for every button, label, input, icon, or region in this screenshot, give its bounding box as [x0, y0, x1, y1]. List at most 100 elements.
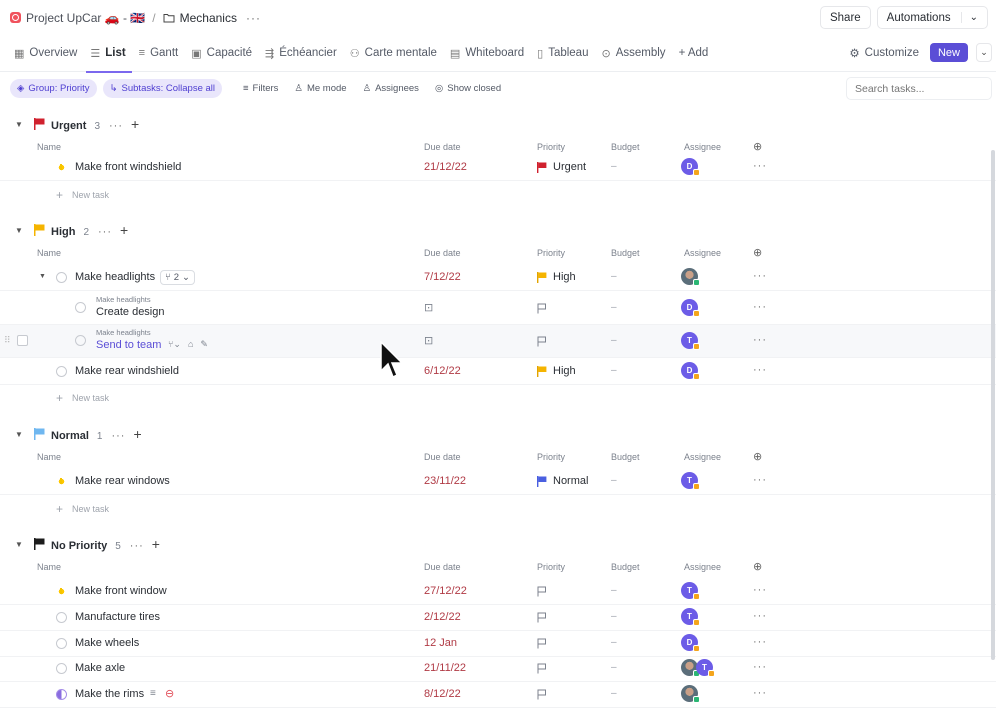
subtask-row[interactable]: Make headlights Create design ⊡ – D ···: [0, 292, 996, 325]
avatar[interactable]: D: [681, 634, 700, 652]
col-priority[interactable]: Priority: [537, 142, 565, 152]
col-name[interactable]: Name: [37, 142, 61, 152]
chevron-down-icon[interactable]: ⌄: [976, 43, 992, 62]
calendar-add-icon[interactable]: ⊡: [424, 334, 433, 347]
customize-button[interactable]: ⚙ Customize: [849, 46, 919, 60]
budget-cell[interactable]: –: [611, 662, 617, 673]
status-todo-icon[interactable]: [75, 335, 86, 346]
tab-mindmap[interactable]: ⚇ Carte mentale: [350, 35, 437, 72]
budget-cell[interactable]: –: [611, 302, 617, 313]
avatar[interactable]: T: [681, 472, 700, 490]
due-date[interactable]: 7/12/22: [424, 271, 461, 283]
table-row[interactable]: Make front windshield 21/12/22 Urgent – …: [0, 155, 996, 181]
group-add-button[interactable]: +: [133, 426, 141, 442]
filters-button[interactable]: ≡ Filters: [238, 83, 283, 94]
group-more-button[interactable]: ···: [109, 120, 123, 132]
flag-empty-icon[interactable]: [537, 663, 547, 674]
calendar-add-icon[interactable]: ⊡: [424, 301, 433, 314]
avatar[interactable]: D: [681, 158, 700, 176]
col-due[interactable]: Due date: [424, 452, 461, 462]
avatar[interactable]: D: [681, 299, 700, 317]
status-todo-icon[interactable]: [56, 638, 67, 649]
row-more-button[interactable]: ···: [753, 160, 767, 172]
task-name[interactable]: Make axle: [75, 662, 125, 674]
budget-cell[interactable]: –: [611, 335, 617, 346]
col-due[interactable]: Due date: [424, 562, 461, 572]
status-in-progress-icon[interactable]: [56, 586, 67, 597]
tab-overview[interactable]: ▦ Overview: [14, 35, 77, 72]
budget-cell[interactable]: –: [611, 688, 617, 699]
avatar[interactable]: T: [681, 332, 700, 350]
add-column-icon[interactable]: ⊕: [753, 246, 762, 259]
col-name[interactable]: Name: [37, 452, 61, 462]
task-name[interactable]: Create design: [96, 306, 165, 318]
tab-table[interactable]: ▯ Tableau: [537, 35, 588, 72]
table-row[interactable]: Make axle 21/11/22 – T ···: [0, 656, 996, 682]
flag-empty-icon[interactable]: [537, 638, 547, 649]
flag-empty-icon[interactable]: [537, 612, 547, 623]
tab-capacity[interactable]: ▣ Capacité: [191, 35, 252, 72]
drag-handle-icon[interactable]: ⠿: [4, 335, 11, 346]
task-name[interactable]: Make rear windows: [75, 475, 170, 487]
table-row[interactable]: Make rear windows 23/11/22 Normal – T ··…: [0, 469, 996, 495]
avatar[interactable]: T: [681, 608, 700, 626]
tab-gantt[interactable]: ≡ Gantt: [139, 35, 179, 72]
chevron-down-icon[interactable]: ⌄: [960, 12, 978, 23]
col-assignee[interactable]: Assignee: [684, 452, 721, 462]
subtasks-button[interactable]: ↳ Subtasks: Collapse all: [102, 79, 222, 98]
show-closed-button[interactable]: ◎ Show closed: [430, 83, 506, 94]
row-more-button[interactable]: ···: [753, 687, 767, 699]
caret-down-icon[interactable]: ▼: [15, 226, 23, 235]
breadcrumb-folder[interactable]: Mechanics: [180, 11, 237, 25]
table-row[interactable]: ▼ Make headlights ⑂ 2 ⌄ 7/12/22 High – ···: [0, 265, 996, 291]
status-todo-icon[interactable]: [56, 612, 67, 623]
row-more-button[interactable]: ···: [753, 636, 767, 648]
flag-empty-icon[interactable]: [537, 586, 547, 597]
avatar[interactable]: T: [681, 582, 700, 600]
due-date[interactable]: 21/12/22: [424, 161, 467, 173]
me-mode-button[interactable]: ♙ Me mode: [289, 83, 351, 94]
tab-timeline[interactable]: ⇶ Échéancier: [265, 35, 337, 72]
task-name[interactable]: Make headlights: [75, 271, 155, 283]
col-priority[interactable]: Priority: [537, 562, 565, 572]
caret-down-icon[interactable]: ▼: [15, 430, 23, 439]
row-more-button[interactable]: ···: [753, 584, 767, 596]
caret-down-icon[interactable]: ▼: [15, 120, 23, 129]
group-add-button[interactable]: +: [152, 536, 160, 552]
automations-button[interactable]: Automations ⌄: [876, 6, 988, 29]
new-button[interactable]: New: [929, 43, 968, 62]
group-more-button[interactable]: ···: [111, 430, 125, 442]
due-date[interactable]: 6/12/22: [424, 365, 461, 377]
table-row[interactable]: Make the rims ≡ ⊖ 8/12/22 – ···: [0, 682, 996, 708]
table-row[interactable]: Make rear windshield 6/12/22 High – D ··…: [0, 359, 996, 385]
share-button[interactable]: Share: [819, 6, 871, 29]
status-in-progress-icon[interactable]: [56, 476, 67, 487]
priority-cell[interactable]: Urgent: [537, 161, 586, 173]
table-row[interactable]: Make front window 27/12/22 – T ···: [0, 579, 996, 605]
budget-cell[interactable]: –: [611, 611, 617, 622]
subtask-row[interactable]: ⠿ Make headlights Send to team ⑂⌄ ⌂ ✎ ⊡ – …: [0, 325, 996, 358]
row-more-button[interactable]: ···: [753, 474, 767, 486]
tag-icon[interactable]: ⌂: [188, 339, 193, 350]
col-name[interactable]: Name: [37, 562, 61, 572]
breadcrumb-more-button[interactable]: ···: [246, 11, 261, 25]
tab-assembly[interactable]: ⊙ Assembly: [601, 35, 665, 72]
col-assignee[interactable]: Assignee: [684, 142, 721, 152]
col-priority[interactable]: Priority: [537, 452, 565, 462]
budget-cell[interactable]: –: [611, 161, 617, 172]
avatar[interactable]: [681, 685, 700, 703]
priority-cell[interactable]: Normal: [537, 475, 588, 487]
search-input[interactable]: [846, 77, 992, 100]
status-review-icon[interactable]: [56, 689, 67, 700]
add-column-icon[interactable]: ⊕: [753, 140, 762, 153]
task-name[interactable]: Send to team: [96, 339, 161, 351]
due-date[interactable]: 8/12/22: [424, 688, 461, 700]
budget-cell[interactable]: –: [611, 585, 617, 596]
task-name[interactable]: Make rear windshield: [75, 365, 179, 377]
due-date[interactable]: 21/11/22: [424, 662, 466, 674]
add-column-icon[interactable]: ⊕: [753, 450, 762, 463]
task-name[interactable]: Make front windshield: [75, 161, 181, 173]
priority-cell[interactable]: High: [537, 365, 576, 377]
row-more-button[interactable]: ···: [753, 334, 767, 346]
group-more-button[interactable]: ···: [98, 226, 112, 238]
